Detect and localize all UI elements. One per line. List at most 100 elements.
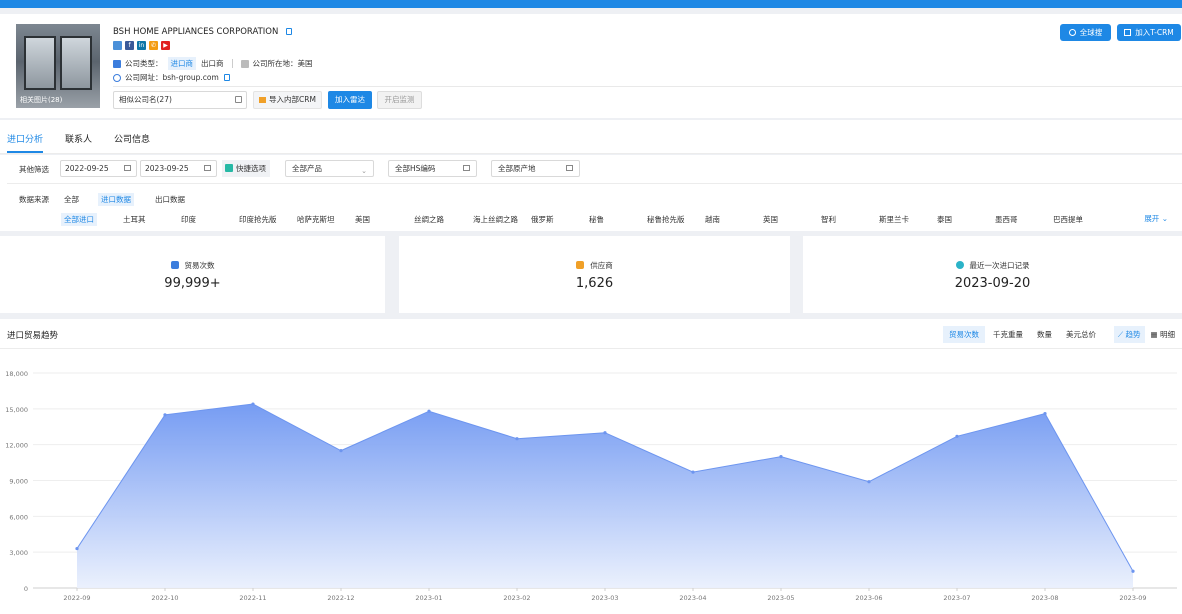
add-tcrm-button[interactable]: 加入T-CRM [1117,24,1181,41]
company-name: BSH HOME APPLIANCES CORPORATION [113,27,293,37]
chevron-down-icon: ⌄ [361,167,367,175]
company-photo[interactable]: 相关图片(28) [16,24,100,108]
active-tab-indicator [7,151,43,153]
metric-weight[interactable]: 千克重量 [987,326,1029,343]
linkedin-square-icon[interactable] [113,41,122,50]
metric-trade-count[interactable]: 贸易次数 [943,326,985,343]
youtube-icon[interactable]: ▶ [161,41,170,50]
stat-trade-count: 贸易次数 99,999+ [0,236,385,313]
chart-title: 进口贸易趋势 [7,331,59,341]
type-importer-tag: 进口商 [167,57,196,70]
header-divider [113,86,1182,87]
x-tick-label: 2023-03 [591,594,618,602]
globe-icon [1068,29,1076,36]
country-option[interactable]: 俄罗斯 [528,213,557,226]
start-date-value: 2022-09-25 [65,164,109,173]
copy-icon[interactable] [286,28,293,35]
website-link[interactable]: bsh-group.com [163,73,219,82]
view-tabs: ⟋ 趋势 ▦ 明细 [1112,326,1179,343]
facebook-icon[interactable]: f [125,41,134,50]
company-header: 相关图片(28) BSH HOME APPLIANCES CORPORATION… [0,14,1182,118]
import-trend-panel: 进口贸易趋势 贸易次数 千克重量 数量 美元总价 ⟋ 趋势 ▦ 明细 0 3,00… [0,319,1182,614]
x-tick-label: 2022-09 [63,594,90,602]
other-filters-label: 其他筛选 [19,165,49,174]
stat-value: 2023-09-20 [954,276,1031,291]
start-monitor-button[interactable]: 开启监测 [377,91,422,109]
country-option[interactable]: 哈萨克斯坦 [294,213,338,226]
x-tick-label: 2023-08 [1031,594,1058,602]
metric-usd-total[interactable]: 美元总价 [1060,326,1102,343]
country-option[interactable]: 英国 [760,213,781,226]
country-option[interactable]: 斯里兰卡 [876,213,912,226]
view-detail[interactable]: ▦ 明细 [1147,326,1179,343]
stat-value: 1,626 [575,276,614,291]
country-option[interactable]: 土耳其 [120,213,149,226]
product-select-value: 全部产品 [292,164,322,173]
list-icon [566,165,573,171]
location-value: 美国 [297,59,313,68]
type-exporter-tag: 出口商 [201,59,224,68]
country-option[interactable]: 巴西提单 [1050,213,1086,226]
x-tick-label: 2023-06 [855,594,882,602]
country-option[interactable]: 印度抢先版 [236,213,280,226]
stat-suppliers: 供应商 1,626 [399,236,790,313]
data-point [1131,569,1135,573]
country-option[interactable]: 全部进口 [61,213,97,226]
start-date-input[interactable]: 2022-09-25 [60,160,137,177]
tab-contacts[interactable]: 联系人 [65,132,92,145]
x-tick-label: 2023-05 [767,594,794,602]
view-trend[interactable]: ⟋ 趋势 [1113,326,1145,343]
stat-label: 供应商 [399,260,790,271]
divider [231,59,233,68]
filter-panel: 其他筛选 2022-09-25 2023-09-25 快捷选项 全部产品 ⌄ 全部… [0,155,1182,231]
country-option[interactable]: 泰国 [934,213,955,226]
similar-companies-input[interactable]: 相似公司名(27) [113,91,247,109]
tab-import-analysis[interactable]: 进口分析 [7,132,43,145]
x-tick-label: 2022-10 [151,594,178,602]
country-option[interactable]: 秘鲁抢先版 [644,213,688,226]
data-point [427,409,431,413]
end-date-input[interactable]: 2023-09-25 [140,160,217,177]
country-option[interactable]: 丝绸之路 [411,213,447,226]
x-tick-label: 2023-07 [943,594,970,602]
expand-button[interactable]: 展开 ⌄ [1144,213,1168,224]
source-option-import[interactable]: 进口数据 [98,193,134,206]
phone-icon[interactable]: ✆ [149,41,158,50]
location-label: 公司所在地： [252,59,298,68]
stat-label: 最近一次进口记录 [803,260,1182,271]
linkedin-icon[interactable]: in [137,41,146,50]
import-crm-button[interactable]: 导入内部CRM [253,91,322,109]
country-option[interactable]: 海上丝绸之路 [470,213,521,226]
crm-icon [1124,29,1132,36]
hs-code-select-value: 全部HS编码 [395,164,436,173]
tab-company-info[interactable]: 公司信息 [114,132,150,145]
bar-chart-icon [170,261,179,269]
copy-icon[interactable] [223,74,230,81]
country-option[interactable]: 智利 [818,213,839,226]
country-option[interactable]: 美国 [352,213,373,226]
photo-caption: 相关图片(28) [20,96,63,104]
data-point [603,431,607,435]
photo-door-left [24,36,56,90]
data-point [691,470,695,474]
origin-select[interactable]: 全部原产地 [491,160,580,177]
add-radar-button[interactable]: 加入雷达 [328,91,372,109]
source-option-export[interactable]: 出口数据 [152,193,188,206]
source-option-all[interactable]: 全部 [61,193,82,206]
y-tick-label: 18,000 [5,370,28,378]
country-option[interactable]: 墨西哥 [992,213,1021,226]
x-tick-label: 2022-12 [327,594,354,602]
x-tick-label: 2023-02 [503,594,530,602]
list-icon [463,165,470,171]
country-option[interactable]: 秘鲁 [586,213,607,226]
metric-tabs: 贸易次数 千克重量 数量 美元总价 [941,326,1102,343]
country-option[interactable]: 越南 [702,213,723,226]
quick-options-button[interactable]: 快捷选项 [222,160,270,177]
hs-code-select[interactable]: 全部HS编码 [388,160,477,177]
country-option[interactable]: 印度 [178,213,199,226]
global-search-button[interactable]: 全球搜 [1060,24,1111,41]
end-date-value: 2023-09-25 [145,164,189,173]
product-select[interactable]: 全部产品 ⌄ [285,160,374,177]
metric-quantity[interactable]: 数量 [1031,326,1058,343]
company-type-label: 公司类型： [125,59,163,68]
